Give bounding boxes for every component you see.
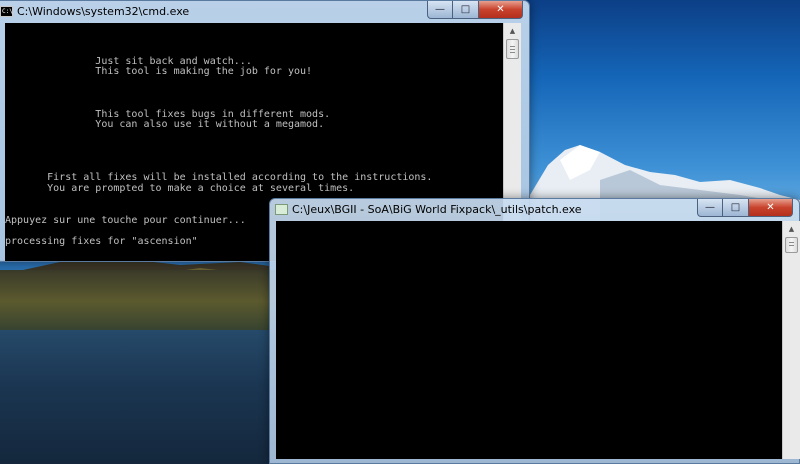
minimize-icon: — [705,202,715,213]
console-line: You can also use it without a megamod. [5,119,325,131]
console-line [5,131,503,142]
patch-window[interactable]: C:\Jeux\BGII - SoA\BiG World Fixpack\_ut… [269,198,800,464]
cmd-titlebar[interactable]: C:\ C:\Windows\system32\cmd.exe — □ ✕ [0,1,529,23]
patch-window-title: C:\Jeux\BGII - SoA\BiG World Fixpack\_ut… [292,203,582,216]
patch-maximize-button[interactable]: □ [723,199,749,217]
scroll-up-arrow-icon[interactable]: ▲ [783,221,800,237]
cmd-caption-buttons: — □ ✕ [427,1,523,19]
maximize-icon: □ [730,202,741,213]
console-line [5,78,503,89]
patch-console-output[interactable] [276,221,782,459]
console-line [5,25,503,36]
console-line [5,89,503,100]
console-line [5,152,503,163]
patch-close-button[interactable]: ✕ [749,199,793,217]
patch-vertical-scrollbar[interactable]: ▲ [782,221,800,459]
scroll-up-arrow-icon[interactable]: ▲ [504,23,521,39]
patch-caption-buttons: — □ ✕ [697,199,793,217]
cmd-scroll-thumb[interactable] [506,39,519,59]
cmd-maximize-button[interactable]: □ [453,1,479,19]
maximize-icon: □ [460,4,471,15]
close-icon: ✕ [496,4,505,15]
patch-minimize-button[interactable]: — [697,199,723,217]
minimize-icon: — [435,4,445,15]
cmd-minimize-button[interactable]: — [427,1,453,19]
patch-scroll-thumb[interactable] [785,237,798,253]
patch-titlebar[interactable]: C:\Jeux\BGII - SoA\BiG World Fixpack\_ut… [270,199,799,221]
application-icon [275,204,288,215]
close-icon: ✕ [766,202,775,213]
console-line: This tool is making the job for you! [5,66,313,78]
cmd-window-title: C:\Windows\system32\cmd.exe [17,5,190,18]
console-line [5,36,503,47]
cmd-close-button[interactable]: ✕ [479,1,523,19]
console-line [5,142,503,153]
console-icon: C:\ [0,6,13,17]
console-line: You are prompted to make a choice at sev… [5,182,355,194]
